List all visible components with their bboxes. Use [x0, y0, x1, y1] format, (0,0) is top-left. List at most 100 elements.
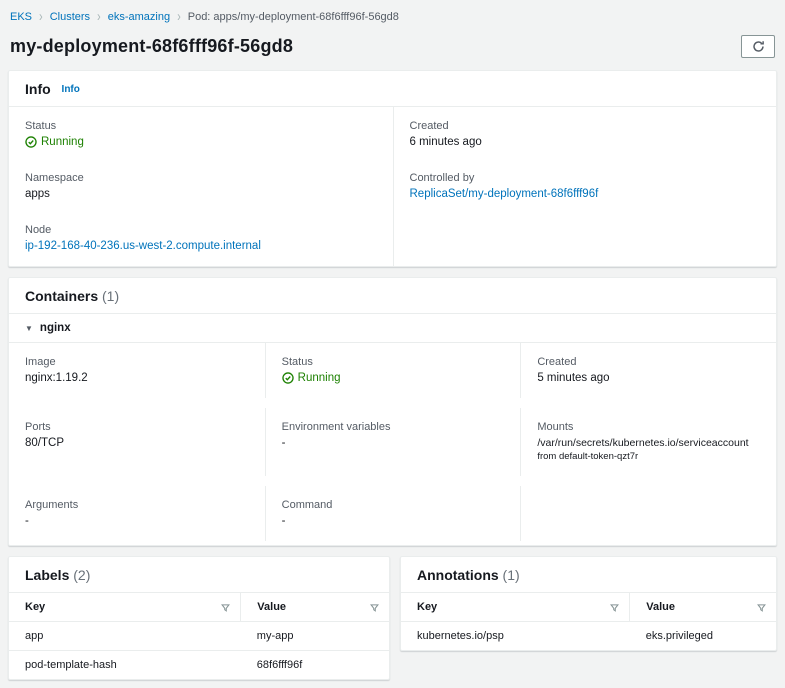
labels-key-header: Key [9, 593, 241, 622]
ports-value: 80/TCP [25, 437, 64, 449]
controlled-by-label: Controlled by [409, 172, 475, 184]
labels-count: (2) [73, 567, 91, 583]
info-card: Info Info Status Running Namespace apps … [8, 70, 777, 267]
page: EKS › Clusters › eks-amazing › Pod: apps… [0, 0, 785, 688]
namespace-label: Namespace [25, 172, 84, 184]
info-left-column: Status Running Namespace apps Node ip-19… [9, 107, 393, 266]
labels-card-title: Labels [25, 567, 70, 583]
filter-icon[interactable] [221, 603, 231, 612]
refresh-button[interactable] [741, 35, 775, 58]
check-circle-icon [281, 372, 294, 384]
env-value: - [281, 437, 286, 449]
container-created-value: 5 minutes ago [537, 372, 610, 384]
info-card-body: Status Running Namespace apps Node ip-19… [9, 107, 776, 266]
created-field: Created 6 minutes ago [410, 120, 761, 148]
empty-cell [520, 486, 776, 541]
caret-down-icon: ▼ [25, 323, 33, 333]
label-key-cell: pod-template-hash [25, 659, 117, 671]
created-label: Created [409, 120, 449, 132]
info-help-link[interactable]: Info [62, 84, 80, 95]
controlled-by-link[interactable]: ReplicaSet/my-deployment-68f6fff96f [410, 188, 761, 200]
node-label: Node [25, 224, 52, 236]
breadcrumb-link-clusters[interactable]: Clusters [50, 11, 90, 23]
container-status-label: Status [281, 356, 313, 368]
image-value: nginx:1.19.2 [25, 372, 88, 384]
annotations-card: Annotations (1) Key Value kubernetes.io/… [400, 556, 777, 651]
refresh-icon [752, 40, 765, 53]
container-details-row-2: Ports 80/TCP Environment variables - Mou… [9, 408, 776, 476]
info-card-header: Info Info [9, 71, 776, 107]
arguments-value: - [25, 515, 29, 527]
breadcrumb-link-eks[interactable]: EKS [10, 11, 32, 23]
annotations-card-header: Annotations (1) [401, 557, 776, 593]
namespace-field: Namespace apps [25, 172, 377, 200]
command-label: Command [281, 499, 333, 511]
check-circle-icon [25, 136, 37, 148]
container-details-row-3: Arguments - Command - [9, 486, 776, 545]
filter-icon[interactable] [370, 603, 379, 612]
env-label: Environment variables [281, 421, 391, 433]
breadcrumb-separator-icon: › [39, 9, 43, 25]
container-expander-nginx[interactable]: ▼ nginx [9, 314, 776, 343]
mounts-field: Mounts /var/run/secrets/kubernetes.io/se… [520, 408, 776, 476]
annotations-card-title: Annotations [417, 567, 499, 583]
status-field: Status Running [25, 120, 377, 148]
image-field: Image nginx:1.19.2 [9, 343, 265, 398]
containers-count: (1) [102, 288, 120, 304]
ports-field: Ports 80/TCP [9, 408, 265, 476]
page-title: my-deployment-68f6fff96f-56gd8 [10, 36, 294, 56]
breadcrumb: EKS › Clusters › eks-amazing › Pod: apps… [8, 8, 777, 25]
node-link[interactable]: ip-192-168-40-236.us-west-2.compute.inte… [25, 240, 377, 252]
table-row: kubernetes.io/psp eks.privileged [401, 622, 776, 651]
created-value: 6 minutes ago [409, 136, 482, 148]
image-label: Image [25, 356, 56, 368]
command-field: Command - [264, 486, 521, 541]
container-created-field: Created 5 minutes ago [520, 343, 776, 398]
breadcrumb-separator-icon: › [97, 9, 101, 25]
title-row: my-deployment-68f6fff96f-56gd8 [10, 35, 775, 58]
annotation-value-cell: eks.privileged [645, 630, 714, 642]
containers-card: Containers (1) ▼ nginx Image nginx:1.19.… [8, 277, 777, 546]
annotations-key-header: Key [401, 593, 630, 622]
labels-table: Key Value app my-app pod-template-hash 6… [9, 593, 389, 679]
label-value-cell: 68f6fff96f [256, 659, 303, 671]
mounts-label: Mounts [537, 421, 574, 433]
filter-icon[interactable] [757, 603, 766, 612]
status-value: Running [25, 136, 377, 148]
container-status-value: Running [281, 372, 507, 384]
annotations-table: Key Value kubernetes.io/psp eks.privileg… [401, 593, 776, 650]
containers-card-header: Containers (1) [9, 278, 776, 314]
breadcrumb-current: Pod: apps/my-deployment-68f6fff96f-56gd8 [187, 11, 399, 23]
annotations-count: (1) [502, 567, 520, 583]
labels-value-header: Value [240, 593, 389, 622]
controlled-by-field: Controlled by ReplicaSet/my-deployment-6… [410, 172, 761, 200]
info-right-column: Created 6 minutes ago Controlled by Repl… [392, 107, 777, 266]
command-value: - [281, 515, 286, 527]
container-created-label: Created [537, 356, 577, 368]
label-key-cell: app [9, 621, 241, 651]
annotation-key-cell: kubernetes.io/psp [417, 630, 504, 642]
info-card-title: Info [25, 81, 51, 97]
mounts-value: /var/run/secrets/kubernetes.io/serviceac… [537, 437, 749, 449]
annotations-value-header: Value [629, 593, 776, 622]
node-field: Node ip-192-168-40-236.us-west-2.compute… [25, 224, 377, 252]
table-row: pod-template-hash 68f6fff96f [9, 651, 389, 680]
mounts-sub: from default-token-qzt7r [537, 451, 639, 462]
ports-label: Ports [25, 421, 51, 433]
arguments-field: Arguments - [9, 486, 265, 541]
table-row: app my-app [9, 621, 389, 651]
arguments-label: Arguments [25, 499, 79, 511]
filter-icon[interactable] [610, 603, 620, 612]
breadcrumb-separator-icon: › [177, 9, 181, 25]
label-value-cell: my-app [240, 621, 389, 651]
breadcrumb-link-cluster-name[interactable]: eks-amazing [108, 11, 170, 23]
env-field: Environment variables - [264, 408, 521, 476]
namespace-value: apps [25, 188, 50, 200]
bottom-row: Labels (2) Key Value app my-app pod-temp… [8, 556, 777, 680]
labels-card: Labels (2) Key Value app my-app pod-temp… [8, 556, 390, 680]
containers-card-title: Containers [25, 288, 99, 304]
container-name: nginx [39, 322, 71, 334]
container-details-row-1: Image nginx:1.19.2 Status Running Create… [9, 343, 776, 398]
container-status-field: Status Running [264, 343, 521, 398]
status-label: Status [25, 120, 57, 132]
